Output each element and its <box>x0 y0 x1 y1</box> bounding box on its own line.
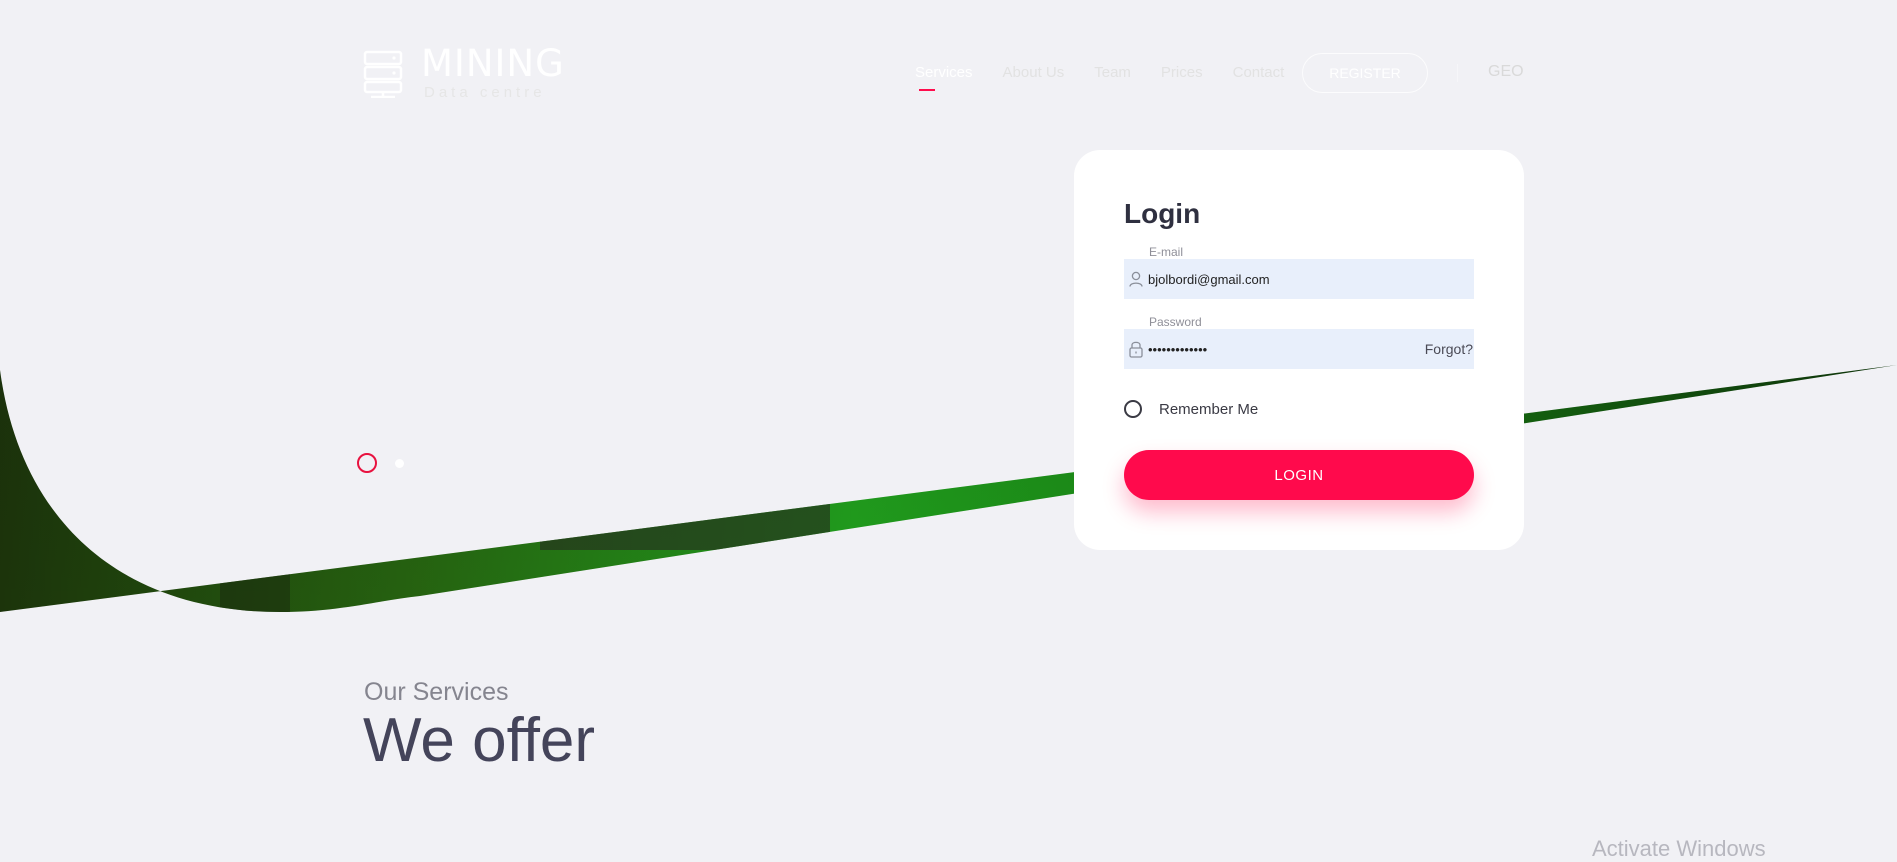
login-button[interactable]: LOGIN <box>1124 450 1474 500</box>
services-subtitle: Our Services <box>364 678 509 706</box>
brand-logo[interactable]: MINING Data centre <box>363 42 565 101</box>
language-switch[interactable]: GEO <box>1488 63 1524 81</box>
activate-windows-watermark: Activate Windows <box>1592 836 1766 861</box>
main-nav: Services About Us Team Prices Contact <box>915 64 1314 91</box>
hero-background <box>0 0 1897 612</box>
email-field[interactable]: bjolbordi@gmail.com <box>1124 259 1474 299</box>
password-label: Password <box>1149 315 1202 329</box>
register-button[interactable]: REGISTER <box>1302 53 1428 93</box>
server-rack-icon <box>363 50 403 98</box>
remember-me-radio[interactable] <box>1124 400 1142 418</box>
email-value: bjolbordi@gmail.com <box>1148 271 1270 287</box>
brand-subtitle: Data centre <box>424 84 546 101</box>
nav-services[interactable]: Services <box>915 64 973 91</box>
nav-about-us[interactable]: About Us <box>1003 64 1065 81</box>
services-title: We offer <box>363 706 596 775</box>
lock-icon <box>1124 329 1148 369</box>
login-card: Login E-mail bjolbordi@gmail.com Passwor… <box>1074 150 1524 550</box>
password-value: ••••••••••••• <box>1148 341 1208 357</box>
password-field[interactable]: ••••••••••••• Forgot? <box>1124 329 1474 369</box>
user-icon <box>1124 259 1148 299</box>
email-label: E-mail <box>1149 245 1184 259</box>
nav-contact[interactable]: Contact <box>1233 64 1285 81</box>
slider-dot[interactable] <box>395 459 404 468</box>
nav-divider <box>1457 64 1458 82</box>
login-title: Login <box>1124 198 1201 229</box>
brand-title: MINING <box>421 42 565 85</box>
nav-prices[interactable]: Prices <box>1161 64 1203 81</box>
nav-team[interactable]: Team <box>1094 64 1131 81</box>
slider-dot-active[interactable] <box>357 453 377 473</box>
forgot-password-link[interactable]: Forgot? <box>1425 341 1473 357</box>
remember-me-label: Remember Me <box>1159 401 1259 418</box>
